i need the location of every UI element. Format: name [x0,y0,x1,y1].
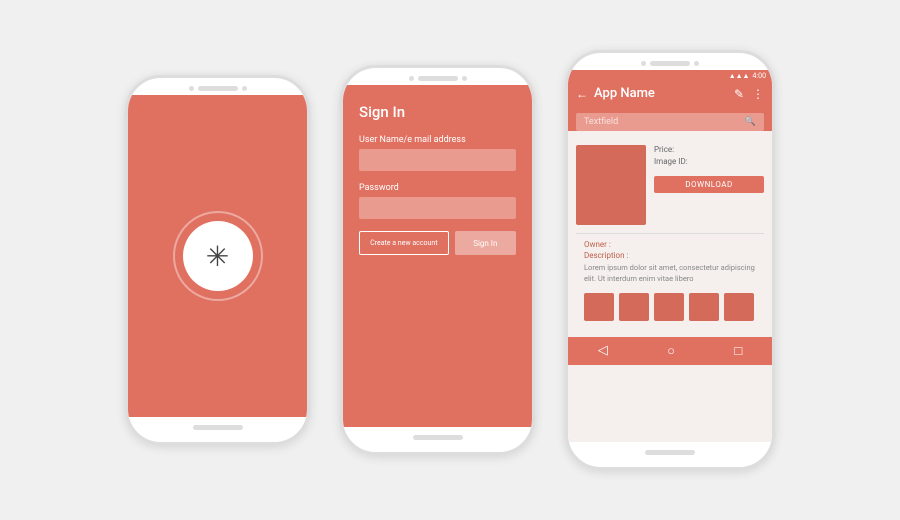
search-bar[interactable]: Textfield 🔍 [576,113,764,131]
status-bar-content: ▲▲▲ 4:00 [568,70,772,82]
phone-splash: ✳ [125,75,310,445]
phone-top-speaker-3 [641,53,699,70]
dot-5 [641,61,646,66]
thumb-2 [619,293,649,321]
detail-screen: ▲▲▲ 4:00 ← App Name ✎ ⋮ Textfield 🔍 [568,70,772,442]
status-signal: ▲▲▲ [729,72,750,80]
phone-signin: Sign In User Name/e mail address Passwor… [340,65,535,455]
phone-bottom-3 [568,442,772,467]
back-icon[interactable]: ← [576,87,588,101]
edit-icon[interactable]: ✎ [734,87,744,101]
app-image [576,145,646,225]
description-text: Lorem ipsum dolor sit amet, consectetur … [576,262,764,285]
username-input[interactable] [359,149,516,171]
bottom-nav-bar: ◁ ○ □ [568,337,772,365]
dot-1 [189,86,194,91]
password-label: Password [359,183,516,193]
thumbnail-strip [576,285,764,329]
phone-speaker-2 [418,76,458,81]
signin-content: Sign In User Name/e mail address Passwor… [343,85,532,273]
dot-4 [462,76,467,81]
phone-top-speaker [189,78,247,95]
nav-right: ✎ ⋮ [734,87,764,101]
detail-nav: ← App Name ✎ ⋮ [568,82,772,107]
thumb-1 [584,293,614,321]
nav-left: ← App Name [576,86,655,101]
status-bar: ▲▲▲ 4:00 ← App Name ✎ ⋮ Textfield 🔍 [568,70,772,131]
home-bar-2 [413,435,463,440]
price-row: Price: [654,145,764,154]
signin-button[interactable]: Sign In [455,231,516,255]
back-nav-icon[interactable]: ◁ [598,343,608,358]
search-icon: 🔍 [745,117,756,127]
thumb-5 [724,293,754,321]
phone-bottom-2 [343,427,532,452]
phone-speaker [198,86,238,91]
splash-screen: ✳ [128,95,307,417]
app-info: Price: Image ID: DOWNLOAD [654,145,764,225]
dot-3 [409,76,414,81]
phone-speaker-3 [650,61,690,66]
download-button[interactable]: DOWNLOAD [654,176,764,193]
recent-nav-icon[interactable]: □ [734,343,742,359]
splash-inner-circle: ✳ [183,221,253,291]
home-nav-icon[interactable]: ○ [667,343,675,359]
image-id-row: Image ID: [654,157,764,166]
phone-detail: ▲▲▲ 4:00 ← App Name ✎ ⋮ Textfield 🔍 [565,50,775,470]
password-input[interactable] [359,197,516,219]
owner-label: Owner : [584,240,756,249]
status-time: 4:00 [753,72,767,80]
thumb-3 [654,293,684,321]
main-content: Price: Image ID: DOWNLOAD [576,145,764,225]
splash-content: ✳ [128,95,307,417]
home-bar [193,425,243,430]
more-icon[interactable]: ⋮ [752,87,764,101]
detail-body: Price: Image ID: DOWNLOAD Owner : Descri… [568,137,772,337]
phone-top-speaker-2 [409,68,467,85]
dot-2 [242,86,247,91]
signin-buttons: Create a new account Sign In [359,231,516,255]
meta-section: Owner : Description : [576,240,764,260]
thumb-4 [689,293,719,321]
signin-title: Sign In [359,103,516,121]
signin-screen: Sign In User Name/e mail address Passwor… [343,85,532,427]
phone-bottom [128,417,307,442]
create-account-button[interactable]: Create a new account [359,231,449,255]
username-label: User Name/e mail address [359,135,516,145]
divider-1 [576,233,764,234]
sun-icon: ✳ [206,240,229,273]
dot-6 [694,61,699,66]
search-placeholder: Textfield [584,117,618,127]
home-bar-3 [645,450,695,455]
app-name: App Name [594,86,655,101]
description-label: Description : [584,251,756,260]
splash-outer-circle: ✳ [173,211,263,301]
